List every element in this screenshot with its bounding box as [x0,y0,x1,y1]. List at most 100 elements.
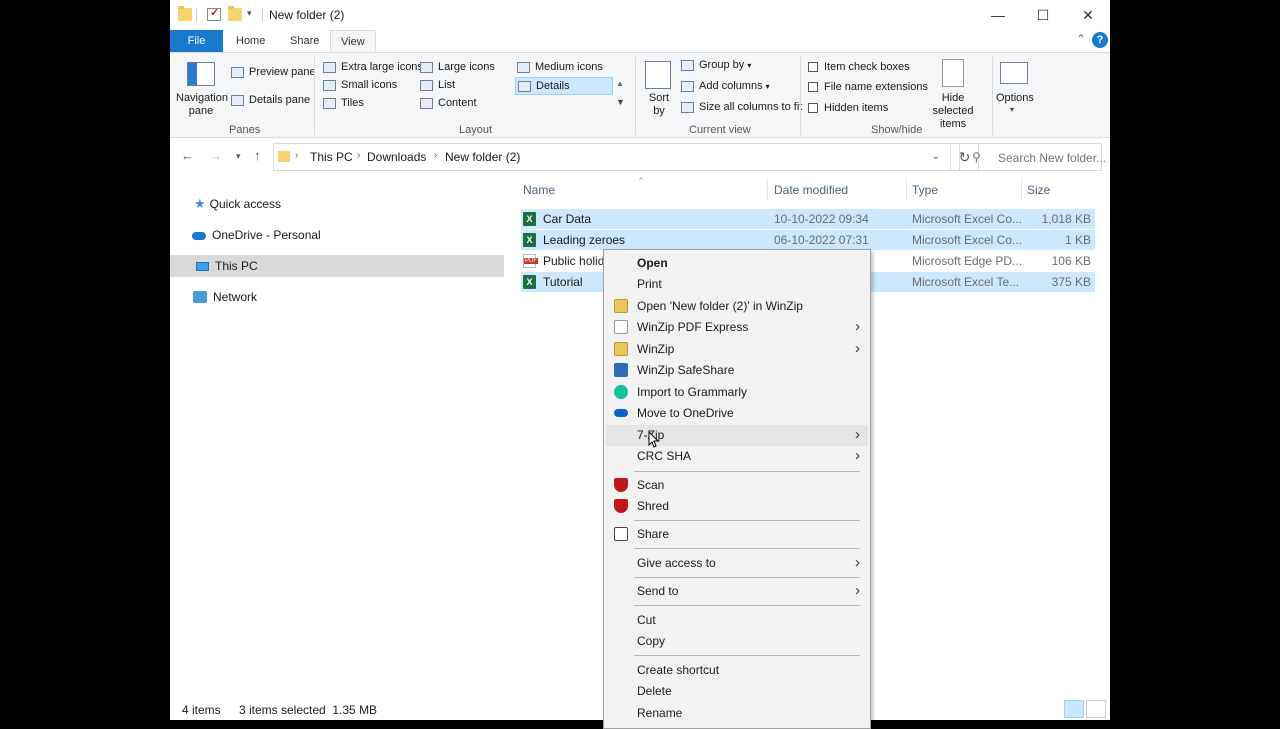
column-header-date[interactable]: Date modified [774,183,848,197]
size-all-columns-button[interactable]: Size all columns to fit [681,101,802,113]
minimize-button[interactable]: — [975,0,1021,30]
mcafee-icon [614,499,628,513]
menu-item-create-shortcut[interactable]: Create shortcut [606,660,868,681]
menu-item-send-to[interactable]: Send to › [606,581,868,602]
layout-small-icons[interactable]: Small icons [323,79,397,91]
layout-details[interactable]: Details [515,77,613,95]
menu-item-7-zip[interactable]: 7-Zip › [606,425,868,446]
hide-selected-items-icon[interactable] [942,59,964,87]
breadcrumb-this-pc[interactable]: This PC [310,150,353,164]
menu-item-winzip-safeshare[interactable]: WinZip SafeShare [606,360,868,381]
forward-icon[interactable]: → [209,148,222,163]
recent-locations-icon[interactable]: ▾ [236,151,241,162]
chevron-right-icon: › [855,582,860,599]
table-row[interactable]: X Car Data 10-10-2022 09:34 Microsoft Ex… [521,209,1095,229]
maximize-button[interactable]: ☐ [1020,0,1066,30]
menu-item-delete[interactable]: Delete [606,681,868,702]
chevron-right-icon[interactable]: › [295,150,298,161]
details-pane-button[interactable]: Details pane [231,94,310,106]
new-folder-icon[interactable] [228,6,242,21]
column-header-size[interactable]: Size [1027,183,1050,197]
column-header-type[interactable]: Type [912,183,938,197]
nav-item-onedrive[interactable]: OneDrive - Personal [170,224,504,246]
chevron-right-icon[interactable]: › [434,150,437,161]
sort-by-button[interactable]: Sort by [644,92,674,118]
menu-item-share[interactable]: Share [606,524,868,545]
details-view-icon[interactable] [1064,700,1084,718]
nav-item-quick-access[interactable]: ★ Quick access [170,193,504,215]
back-icon[interactable]: ← [181,148,194,163]
options-dropdown-icon[interactable]: ▾ [1010,105,1014,114]
chevron-right-icon: › [855,426,860,443]
layout-expand-icon[interactable]: ▼ [616,97,625,107]
collapse-ribbon-icon[interactable]: ⌃ [1076,32,1086,46]
menu-item-import-to-grammarly[interactable]: Import to Grammarly [606,382,868,403]
options-button[interactable]: Options [996,92,1034,104]
group-by-button[interactable]: Group by ▾ [681,59,751,71]
search-box[interactable]: ⚲ Search New folder... [959,143,1106,171]
layout-medium-icons[interactable]: Medium icons [517,61,603,73]
group-label-layout: Layout [459,124,493,136]
column-separator[interactable] [906,178,907,200]
properties-icon[interactable] [207,6,221,21]
menu-item-label: Copy [637,634,666,648]
breadcrumb-downloads[interactable]: Downloads [367,150,426,164]
column-header-name[interactable]: Name [523,183,555,197]
search-input[interactable]: Search New folder... [998,151,1106,165]
up-icon[interactable]: ↑ [254,148,261,163]
chevron-down-icon[interactable]: ⌄ [932,151,940,162]
tab-home[interactable]: Home [226,30,275,52]
help-icon[interactable]: ? [1092,32,1108,48]
layout-content[interactable]: Content [420,97,477,109]
options-icon[interactable] [1000,62,1028,84]
layout-label: Large icons [438,61,495,73]
table-row[interactable]: X Leading zeroes 06-10-2022 07:31 Micros… [521,230,1095,250]
column-separator[interactable] [767,178,768,200]
hidden-items-label: Hidden items [824,102,889,114]
preview-pane-button[interactable]: Preview pane [231,66,316,78]
tab-share[interactable]: Share [280,30,329,52]
layout-large-icons[interactable]: Large icons [420,61,495,73]
customize-toolbar-icon[interactable]: ▾ [247,8,252,19]
layout-scroll-up-icon[interactable]: ▲ [616,79,624,88]
menu-item-rename[interactable]: Rename [606,703,868,724]
layout-extra-large-icons[interactable]: Extra large icons [323,61,423,73]
menu-item-give-access-to[interactable]: Give access to › [606,553,868,574]
chevron-right-icon[interactable]: › [357,150,360,161]
navigation-pane-button[interactable]: Navigation pane [176,92,228,118]
tiles-icon [323,97,336,109]
hide-selected-items-button[interactable]: Hide selected items [920,92,986,131]
add-columns-button[interactable]: Add columns ▾ [681,80,770,92]
large-icons-view-icon[interactable] [1086,700,1106,718]
menu-item-cut[interactable]: Cut [606,610,868,631]
address-bar[interactable]: › This PC › Downloads › New folder (2) ⌄ [273,143,951,171]
menu-item-move-to-onedrive[interactable]: Move to OneDrive [606,403,868,424]
nav-item-network[interactable]: Network [170,286,504,308]
layout-tiles[interactable]: Tiles [323,97,364,109]
nav-item-this-pc[interactable]: This PC [170,255,504,277]
hidden-items-toggle[interactable]: Hidden items [808,102,888,114]
sort-by-icon[interactable] [645,61,671,89]
menu-item-winzip[interactable]: WinZip › [606,339,868,360]
menu-item-open-in-winzip[interactable]: Open 'New folder (2)' in WinZip [606,296,868,317]
item-check-boxes-toggle[interactable]: Item check boxes [808,61,910,73]
menu-item-winzip-pdf-express[interactable]: WinZip PDF Express › [606,317,868,338]
menu-item-shred[interactable]: Shred [606,496,868,517]
menu-item-print[interactable]: Print [606,274,868,295]
checkbox[interactable] [808,103,818,113]
layout-list[interactable]: List [420,79,455,91]
tab-file[interactable]: File [170,30,223,52]
column-separator[interactable] [1021,178,1022,200]
navigation-pane-icon[interactable] [187,62,215,86]
breadcrumb-new-folder[interactable]: New folder (2) [445,150,520,164]
checkbox[interactable] [808,62,818,72]
group-label-panes: Panes [229,124,261,136]
checkbox[interactable] [808,82,818,92]
tab-view[interactable]: View [330,30,376,52]
menu-item-scan[interactable]: Scan [606,475,868,496]
menu-item-crc-sha[interactable]: CRC SHA › [606,446,868,467]
close-button[interactable]: ✕ [1065,0,1110,30]
menu-item-copy[interactable]: Copy [606,631,868,652]
menu-item-open[interactable]: Open [606,253,868,274]
file-name-extensions-toggle[interactable]: File name extensions [808,81,928,93]
